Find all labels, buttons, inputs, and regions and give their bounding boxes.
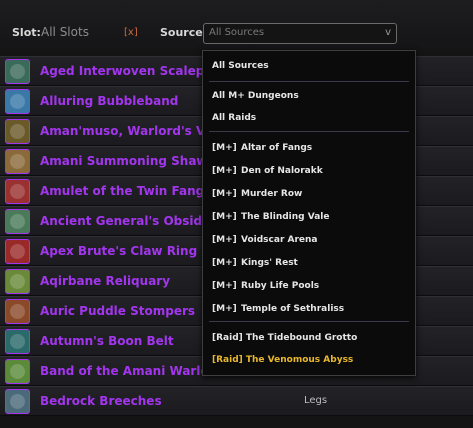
source-select[interactable]: All Sources v <box>203 23 397 44</box>
dungeon-tag: [M+] <box>212 189 237 199</box>
item-icon <box>5 149 30 174</box>
list-item[interactable]: Bedrock Breeches Legs <box>0 386 473 416</box>
dungeon-name: Ruby Life Pools <box>241 281 320 291</box>
dungeon-name: Altar of Fangs <box>241 143 313 153</box>
dungeon-tag: [M+] <box>212 304 237 314</box>
option-all-dungeons[interactable]: All M+ Dungeons <box>212 91 299 101</box>
filter-bar: Slot: All Slots [x] Source: All Sources … <box>0 0 473 50</box>
source-dropdown: All Sources All M+ Dungeons All Raids [M+] A… <box>202 50 416 376</box>
dropdown-divider <box>209 321 409 322</box>
dungeon-name: Murder Row <box>241 189 303 199</box>
item-slot: Legs <box>304 395 328 406</box>
clear-slot-button[interactable]: [x] <box>124 27 138 38</box>
item-icon <box>5 89 30 114</box>
dungeon-name: Temple of Sethraliss <box>241 304 345 314</box>
option-dungeon[interactable]: [M+] Murder Row <box>212 189 302 199</box>
option-dungeon[interactable]: [M+] Altar of Fangs <box>212 143 312 153</box>
item-icon <box>5 179 30 204</box>
item-name: Bedrock Breeches <box>40 394 162 408</box>
item-name: Autumn's Boon Belt <box>40 334 174 348</box>
item-icon <box>5 389 30 414</box>
dungeon-tag: [M+] <box>212 212 237 222</box>
dungeon-tag: [M+] <box>212 281 237 291</box>
option-dungeon[interactable]: [M+] Kings' Rest <box>212 258 298 268</box>
dungeon-tag: [M+] <box>212 166 237 176</box>
dungeon-tag: [M+] <box>212 235 237 245</box>
slot-label: Slot: <box>12 26 41 39</box>
dungeon-tag: [M+] <box>212 143 237 153</box>
option-raid[interactable]: [Raid] The Tidebound Grotto <box>212 333 357 343</box>
item-icon <box>5 299 30 324</box>
item-name: Aqirbane Reliquary <box>40 274 171 288</box>
chevron-down-icon: v <box>385 27 391 38</box>
slot-filter[interactable]: All Slots <box>41 25 89 39</box>
dropdown-divider <box>209 81 409 82</box>
item-icon <box>5 359 30 384</box>
dungeon-tag: [M+] <box>212 258 237 268</box>
source-select-value: All Sources <box>209 27 265 38</box>
option-all-sources[interactable]: All Sources <box>212 61 269 71</box>
option-dungeon[interactable]: [M+] Den of Nalorakk <box>212 166 323 176</box>
item-icon <box>5 239 30 264</box>
option-dungeon[interactable]: [M+] Temple of Sethraliss <box>212 304 344 314</box>
option-raid[interactable]: [Raid] The Venomous Abyss <box>212 355 353 365</box>
item-icon <box>5 329 30 354</box>
item-name: Amani Summoning Shawl <box>40 154 212 168</box>
item-icon <box>5 59 30 84</box>
item-icon <box>5 209 30 234</box>
option-dungeon[interactable]: [M+] The Blinding Vale <box>212 212 329 222</box>
option-dungeon[interactable]: [M+] Ruby Life Pools <box>212 281 319 291</box>
source-label: Source: <box>160 26 208 39</box>
dungeon-name: Voidscar Arena <box>241 235 318 245</box>
option-all-raids[interactable]: All Raids <box>212 113 256 123</box>
item-icon <box>5 269 30 294</box>
item-icon <box>5 119 30 144</box>
dungeon-name: The Blinding Vale <box>241 212 330 222</box>
item-name: Alluring Bubbleband <box>40 94 179 108</box>
item-name: Amulet of the Twin Fangs <box>40 184 212 198</box>
option-dungeon[interactable]: [M+] Voidscar Arena <box>212 235 318 245</box>
item-name: Auric Puddle Stompers <box>40 304 196 318</box>
dungeon-name: Den of Nalorakk <box>241 166 323 176</box>
item-name: Apex Brute's Claw Ring <box>40 244 198 258</box>
item-name: Band of the Amani Warlord <box>40 364 224 378</box>
dropdown-divider <box>209 131 409 132</box>
dungeon-name: Kings' Rest <box>241 258 298 268</box>
